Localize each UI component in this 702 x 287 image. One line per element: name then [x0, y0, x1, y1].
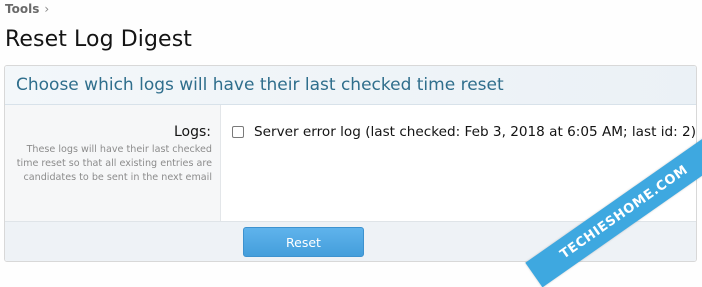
chevron-right-icon: › [44, 2, 50, 16]
server-error-log-option[interactable]: Server error log (last checked: Feb 3, 2… [232, 124, 696, 140]
logs-explain: These logs will have their last checked … [16, 144, 213, 183]
page-title: Reset Log Digest [5, 27, 192, 52]
block-header: Choose which logs will have their last c… [5, 66, 696, 105]
server-error-log-checkbox[interactable] [232, 126, 245, 138]
breadcrumb-item-tools[interactable]: Tools [5, 2, 39, 16]
block-header-text: Choose which logs will have their last c… [16, 75, 504, 95]
form-row-logs: Logs: These logs will have their last ch… [5, 105, 696, 222]
logs-label: Logs: [173, 124, 212, 140]
reset-button[interactable]: Reset [243, 227, 364, 257]
breadcrumb: Tools › [5, 1, 49, 17]
server-error-log-label[interactable]: Server error log (last checked: Feb 3, 2… [254, 124, 696, 140]
form-label-column: Logs: These logs will have their last ch… [5, 105, 222, 221]
